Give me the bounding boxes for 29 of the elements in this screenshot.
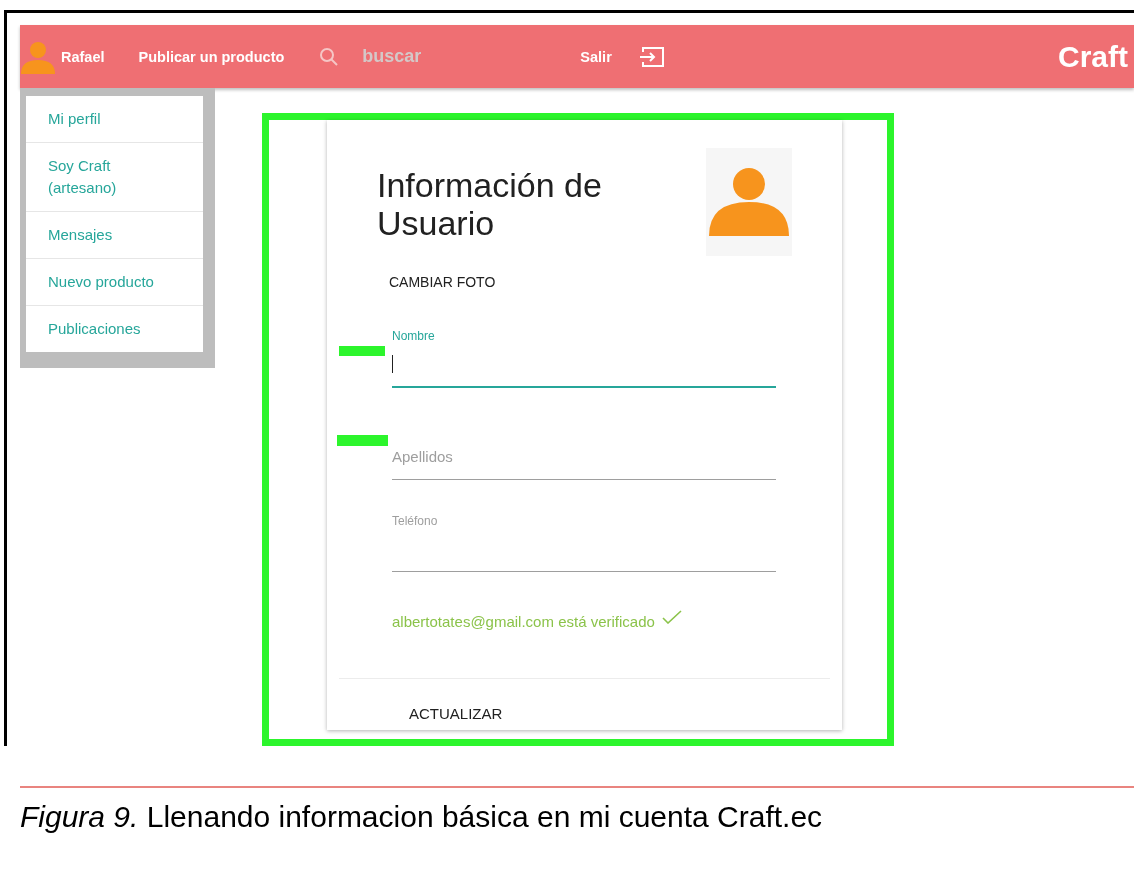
- text-field[interactable]: Nombre: [392, 325, 776, 388]
- sidebar-item[interactable]: Nuevo producto: [26, 259, 203, 306]
- user-avatar-icon: [709, 168, 789, 236]
- figure-caption: Figura 9. Llenando informacion básica en mi cuenta Craft.ec: [20, 800, 824, 834]
- check-icon: [661, 609, 682, 624]
- highlight-mark: [337, 435, 388, 446]
- text-field[interactable]: Apellidos: [392, 418, 776, 480]
- field-label: Nombre: [392, 328, 435, 343]
- logout-icon[interactable]: [638, 45, 665, 68]
- user-avatar-icon[interactable]: [20, 39, 56, 74]
- field-label: Teléfono: [392, 513, 438, 528]
- text-field[interactable]: Teléfono: [392, 510, 776, 572]
- search-field[interactable]: buscar: [362, 46, 513, 67]
- brand-logo[interactable]: Craft: [1058, 39, 1128, 74]
- logout-link[interactable]: Salir: [580, 48, 612, 65]
- nav-link[interactable]: Publicar un producto: [138, 48, 285, 65]
- sidebar-item[interactable]: Mi perfil: [26, 96, 203, 143]
- verified-message: albertotates@gmail.com está verificado: [392, 613, 655, 631]
- card-title: Información de Usuario: [377, 166, 603, 244]
- field-label: Apellidos: [392, 448, 453, 466]
- search-icon[interactable]: [319, 46, 340, 67]
- sidebar-item[interactable]: Mensajes: [26, 212, 203, 259]
- text-cursor: [392, 354, 393, 373]
- highlight-mark: [339, 346, 385, 356]
- user-link[interactable]: Rafael: [61, 48, 105, 65]
- sidebar-item[interactable]: Soy Craft (artesano): [26, 143, 203, 212]
- change-photo-button[interactable]: CAMBIAR FOTO: [375, 266, 510, 299]
- update-button[interactable]: ACTUALIZAR: [395, 697, 517, 730]
- sidebar-item[interactable]: Publicaciones: [26, 306, 203, 352]
